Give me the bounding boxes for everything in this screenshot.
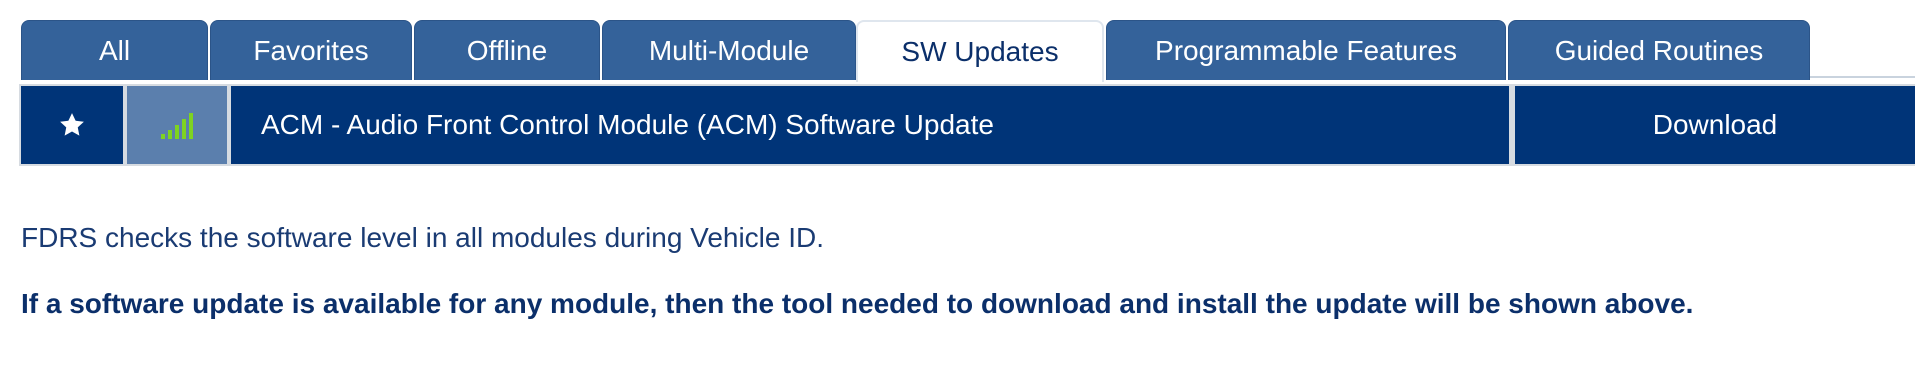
tab-bar-divider	[1810, 76, 1915, 78]
tab-bar: All Favorites Offline Multi-Module SW Up…	[0, 20, 1915, 82]
update-notice: If a software update is available for an…	[21, 288, 1694, 319]
star-icon	[60, 113, 84, 136]
tab-offline[interactable]: Offline	[414, 20, 600, 80]
favorite-toggle[interactable]	[21, 86, 123, 164]
download-button[interactable]: Download	[1515, 86, 1915, 164]
tab-guided-routines[interactable]: Guided Routines	[1508, 20, 1810, 80]
tab-multi-module[interactable]: Multi-Module	[602, 20, 856, 80]
update-row: ACM - Audio Front Control Module (ACM) S…	[21, 86, 1915, 164]
update-title[interactable]: ACM - Audio Front Control Module (ACM) S…	[231, 86, 1509, 164]
signal-bars-icon	[161, 113, 193, 139]
tab-sw-updates[interactable]: SW Updates	[856, 20, 1104, 82]
tab-favorites[interactable]: Favorites	[210, 20, 412, 80]
sw-updates-page: All Favorites Offline Multi-Module SW Up…	[0, 0, 1915, 365]
signal-strength-indicator	[127, 86, 227, 164]
tab-all[interactable]: All	[21, 20, 208, 80]
tab-programmable-features[interactable]: Programmable Features	[1106, 20, 1506, 80]
info-text: FDRS checks the software level in all mo…	[21, 222, 825, 253]
